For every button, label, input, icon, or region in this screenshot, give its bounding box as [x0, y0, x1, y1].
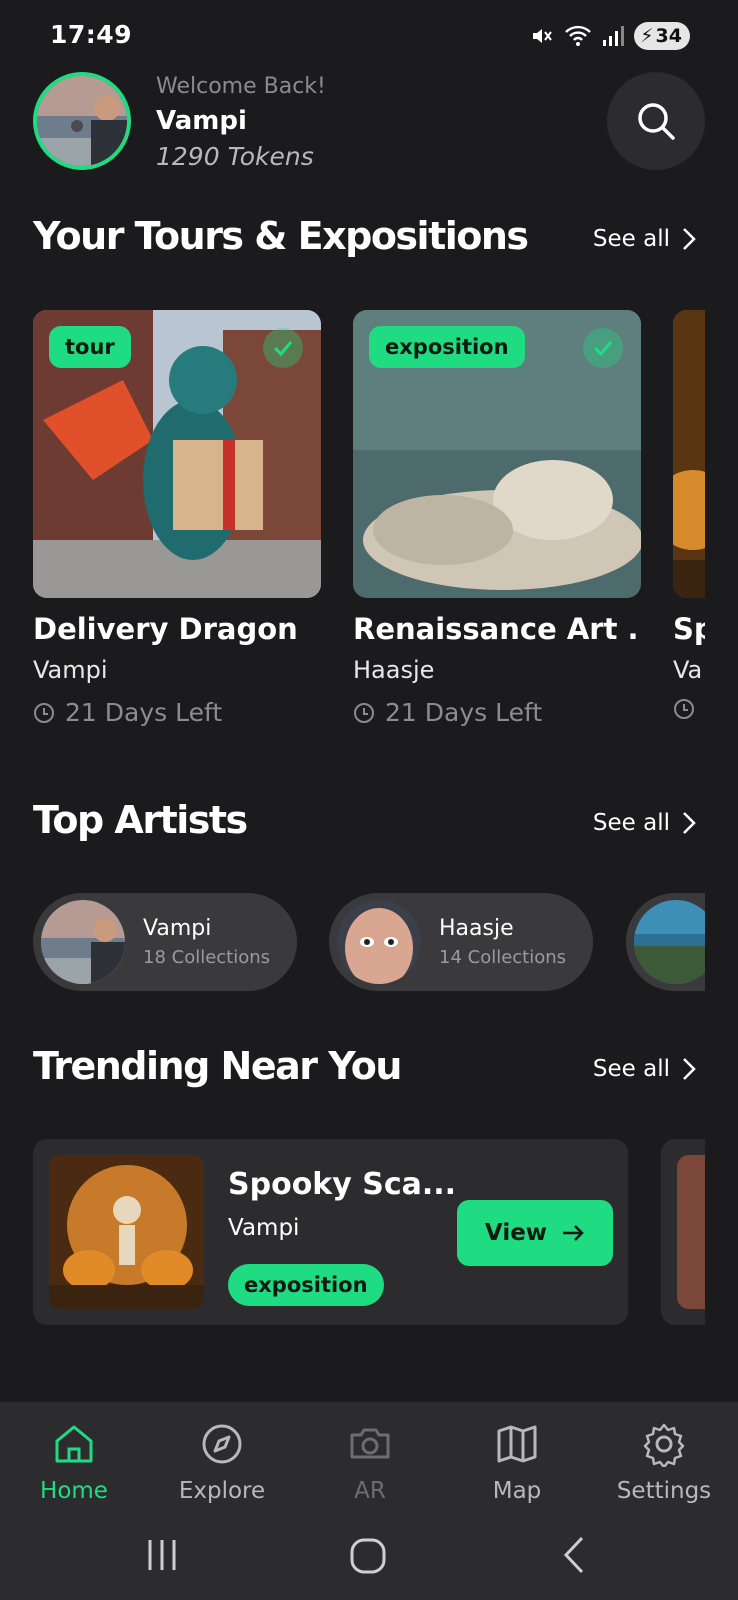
clock-icon [34, 702, 54, 723]
trending-image [49, 1155, 204, 1309]
view-button[interactable]: View [457, 1200, 613, 1266]
exposition-badge: exposition [228, 1264, 384, 1306]
battery-indicator: ⚡ 34 [634, 22, 690, 50]
home-system-icon[interactable] [350, 1538, 386, 1574]
trending-card-partial[interactable] [661, 1139, 705, 1325]
status-bar: 17:49 ⚡ 34 [0, 0, 738, 70]
artist-avatar [41, 900, 125, 984]
bottom-navigation: Home Explore AR Map Settings [0, 1402, 738, 1600]
search-icon [638, 103, 675, 140]
tour-image: exposition [353, 310, 641, 598]
nav-explore[interactable]: Explore [148, 1418, 296, 1504]
artist-name: Vampi [143, 916, 212, 941]
tour-card[interactable]: exposition Renaissance Art ... Haasje 21… [353, 310, 641, 727]
mute-icon [533, 29, 553, 43]
artist-avatar [634, 900, 705, 984]
clock-icon [673, 698, 705, 724]
map-icon [497, 1425, 537, 1463]
tour-image: tour [33, 310, 321, 598]
tour-image [673, 310, 705, 598]
chevron-right-icon [683, 1058, 696, 1080]
signal-icon [603, 26, 625, 46]
trending-author: Vampi [228, 1215, 300, 1241]
search-button[interactable] [607, 72, 705, 170]
exposition-badge: exposition [369, 326, 525, 368]
nav-settings[interactable]: Settings [590, 1418, 738, 1504]
artists-see-all-link[interactable]: See all [593, 810, 696, 836]
check-icon [583, 328, 623, 368]
artist-collections: 14 Collections [439, 947, 567, 968]
system-navigation [0, 1530, 738, 1580]
chevron-right-icon [683, 228, 696, 250]
artist-avatar [337, 900, 421, 984]
tour-title: Delivery Dragon [33, 612, 298, 646]
nav-home[interactable]: Home [0, 1418, 148, 1504]
recent-apps-icon[interactable] [145, 1538, 179, 1572]
back-icon[interactable] [562, 1536, 586, 1574]
tour-card-partial[interactable]: Sp Va [673, 310, 705, 750]
tour-title: Renaissance Art ... [353, 612, 641, 646]
nav-ar[interactable]: AR [296, 1418, 444, 1504]
tour-days-left: 21 Days Left [33, 698, 321, 727]
camera-icon [350, 1428, 390, 1459]
trending-card[interactable]: Spooky Sca... Vampi exposition View [33, 1139, 628, 1325]
trending-title: Spooky Sca... [228, 1167, 457, 1202]
charging-icon: ⚡ [640, 25, 654, 47]
trending-image [677, 1155, 705, 1309]
chevron-right-icon [683, 812, 696, 834]
artist-chip[interactable]: Vampi 18 Collections [33, 893, 297, 991]
tour-badge: tour [49, 326, 131, 368]
tour-title: Sp [673, 612, 705, 646]
trending-see-all-link[interactable]: See all [593, 1056, 696, 1082]
arrow-right-icon [563, 1225, 584, 1241]
gear-icon [643, 1423, 685, 1467]
username: Vampi [156, 106, 247, 136]
tours-see-all-link[interactable]: See all [593, 226, 696, 252]
artist-collections: 18 Collections [143, 947, 271, 968]
token-balance: 1290 Tokens [156, 142, 314, 171]
status-time: 17:49 [50, 20, 133, 49]
artists-section-title: Top Artists [33, 798, 248, 842]
home-icon [55, 1425, 93, 1463]
check-icon [263, 328, 303, 368]
tour-author: Vampi [33, 656, 108, 684]
compass-icon [202, 1424, 242, 1464]
tour-days-left: 21 Days Left [353, 698, 641, 727]
tour-card[interactable]: tour Delivery Dragon Vampi 21 Days Left [33, 310, 321, 727]
tours-section-title: Your Tours & Expositions [33, 214, 529, 258]
welcome-text: Welcome Back! [156, 74, 326, 99]
artist-name: Haasje [439, 916, 514, 941]
wifi-icon [565, 25, 592, 46]
artist-chip-partial[interactable] [626, 893, 705, 991]
nav-map[interactable]: Map [443, 1418, 591, 1504]
clock-icon [354, 702, 374, 723]
trending-section-title: Trending Near You [33, 1044, 402, 1088]
status-icons: ⚡ 34 [530, 22, 690, 50]
tour-author: Va [673, 656, 703, 684]
user-avatar[interactable] [33, 72, 131, 170]
tour-author: Haasje [353, 656, 435, 684]
artist-chip[interactable]: Haasje 14 Collections [329, 893, 593, 991]
